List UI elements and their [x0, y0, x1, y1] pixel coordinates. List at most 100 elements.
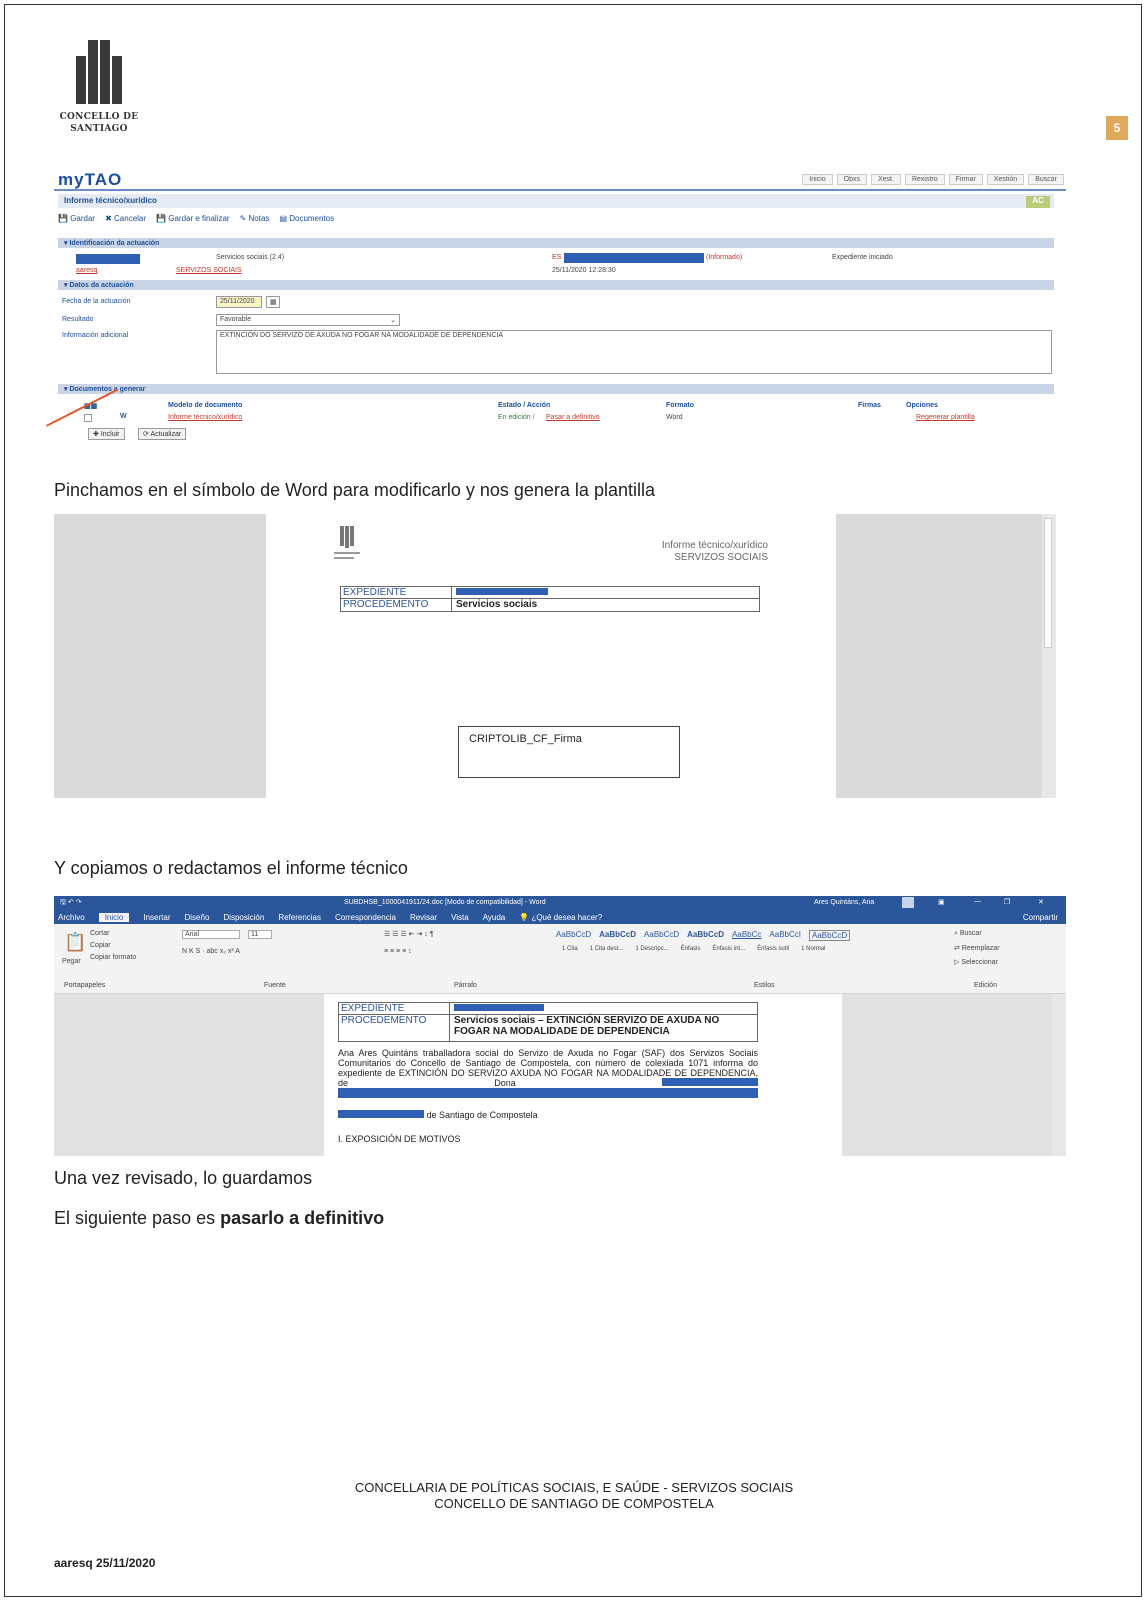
tab-insertar[interactable]: Insertar — [143, 913, 170, 922]
section-data: ▾ Datos da actuación — [58, 280, 1054, 290]
doc-body: Ana Ares Quintáns traballadora social do… — [338, 1048, 758, 1100]
logo-line-2: SANTIAGO — [70, 124, 128, 134]
mytao-screenshot: myTAO Inicio Obxs Xest. Rexistro Firmar … — [54, 170, 1066, 462]
footer-line-1: CONCELLARIA DE POLÍTICAS SOCIAIS, E SAÚD… — [354, 1480, 794, 1495]
template-table: EXPEDIENTE PROCEDEMENTO Servicios sociais — [340, 586, 760, 612]
ribbon-tabs: Archivo Inicio Insertar Diseño Disposici… — [54, 910, 1066, 924]
page-number-badge: 5 — [1106, 116, 1128, 140]
style-item[interactable]: AaBbCcD — [599, 930, 636, 941]
department-link[interactable]: SERVIZOS SOCIAIS — [176, 267, 242, 274]
font-format-buttons[interactable]: N K S · abc x₂ x² A — [182, 948, 240, 955]
word-window: 🖫 ↶ ↷ SUBDHSB_1000041911/24.doc [Modo de… — [54, 896, 1066, 1156]
page-gutter-left — [54, 994, 324, 1156]
cancel-button[interactable]: ✖ Cancelar — [105, 214, 146, 223]
avatar[interactable] — [902, 897, 914, 908]
document-link[interactable]: Informe técnico/xurídico — [168, 414, 242, 421]
nav-item[interactable]: Buscar — [1028, 174, 1064, 185]
font-size-select[interactable]: 11 — [248, 930, 272, 939]
style-item[interactable]: AaBbCcI — [769, 930, 801, 941]
row-checkbox[interactable] — [84, 414, 92, 422]
nav-item[interactable]: Xest. — [870, 174, 901, 185]
user-name[interactable]: Ares Quintáns, Ana — [814, 899, 874, 906]
vertical-scrollbar[interactable] — [1052, 994, 1066, 1156]
style-item[interactable]: AaBbCcD — [644, 930, 679, 941]
status-value: Expediente iniciado — [832, 254, 893, 261]
tab-referencias[interactable]: Referencias — [278, 913, 321, 922]
pass-to-definitive-link[interactable]: Pasar a definitivo — [546, 414, 600, 421]
refresh-button[interactable]: ⟳ Actualizar — [138, 428, 187, 440]
calendar-icon[interactable]: ▦ — [266, 296, 280, 308]
result-select[interactable]: Favorable ⌄ — [216, 314, 400, 326]
group-font: Fuente — [264, 982, 286, 989]
tab-ayuda[interactable]: Ayuda — [483, 913, 506, 922]
format-painter-button[interactable]: Copiar formato — [90, 954, 136, 961]
style-item[interactable]: AaBbCc — [732, 930, 761, 941]
scrollbar-thumb[interactable] — [1044, 518, 1052, 648]
es-prefix: ES — [552, 254, 562, 261]
caption-3: Una vez revisado, lo guardamos — [54, 1168, 313, 1188]
exp-value — [449, 1003, 757, 1014]
doc-section-heading: I. EXPOSICIÓN DE MOTIVOS — [338, 1134, 461, 1144]
close-icon[interactable]: ✕ — [1038, 898, 1044, 906]
tab-revisar[interactable]: Revisar — [410, 913, 437, 922]
style-item[interactable]: AaBbCcD — [556, 930, 591, 941]
section-identification: ▾ Identificación da actuación — [58, 238, 1054, 248]
paste-button[interactable]: Pegar — [62, 958, 81, 965]
save-finish-button[interactable]: 💾 Gardar e finalizar — [156, 214, 230, 223]
align-buttons[interactable]: ≡ ≡ ≡ ≡ ↕ — [384, 948, 412, 955]
tab-correspondencia[interactable]: Correspondencia — [335, 913, 396, 922]
nav-item[interactable]: Inicio — [802, 174, 833, 185]
ribbon-display-icon[interactable]: ▣ — [938, 898, 945, 906]
additional-info-textarea[interactable]: EXTINCIÓN DO SERVIZO DE AXUDA NO FOGAR N… — [216, 330, 1052, 374]
exp-value — [451, 587, 759, 598]
tab-inicio[interactable]: Inicio — [98, 912, 130, 922]
documents-button[interactable]: ▤ Documentos — [279, 214, 334, 223]
styles-gallery[interactable]: AaBbCcD AaBbCcD AaBbCcD AaBbCcD AaBbCc A… — [556, 930, 851, 941]
share-button[interactable]: Compartir — [1023, 913, 1066, 922]
document-page: EXPEDIENTE PROCEDEMENTO Servicios sociais… — [324, 994, 842, 1156]
style-item[interactable]: AaBbCcD — [809, 930, 851, 941]
copy-button[interactable]: Copiar — [90, 942, 111, 949]
user-link[interactable]: aaresq — [76, 267, 97, 274]
date-label: Fecha de la actuación — [62, 298, 131, 305]
select-button[interactable]: ▷ Seleccionar — [954, 958, 998, 966]
col-signatures: Firmas — [858, 402, 881, 409]
include-button[interactable]: ✚ Incluir — [88, 428, 125, 440]
tell-me-search[interactable]: 💡 ¿Qué desea hacer? — [519, 913, 602, 922]
col-status: Estado / Acción — [498, 402, 551, 409]
notes-button[interactable]: ✎ Notas — [240, 214, 270, 223]
concello-logo-small — [334, 526, 374, 562]
page-gutter-right — [836, 514, 1046, 798]
date-input[interactable]: 25/11/2020 — [216, 296, 262, 308]
proc-label: PROCEDEMENTO — [341, 1015, 427, 1026]
tab-diseno[interactable]: Diseño — [185, 913, 210, 922]
minimize-icon[interactable]: — — [974, 898, 981, 905]
user-badge[interactable]: AC — [1026, 196, 1050, 208]
tab-archivo[interactable]: Archivo — [58, 913, 85, 922]
caption-4-bold: pasarlo a definitivo — [220, 1208, 385, 1228]
save-button[interactable]: 💾 Gardar — [58, 214, 95, 223]
paste-icon[interactable]: 📋 — [64, 932, 86, 953]
tab-vista[interactable]: Vista — [451, 913, 469, 922]
regenerate-template-link[interactable]: Regenerar plantilla — [916, 414, 975, 421]
proc-value: Servicios sociais — [451, 599, 759, 611]
style-item[interactable]: AaBbCcD — [687, 930, 724, 941]
cut-button[interactable]: Cortar — [90, 930, 109, 937]
nav-item[interactable]: Obxs — [836, 174, 867, 185]
word-icon[interactable]: W — [120, 413, 127, 420]
informado-label: (Informado) — [706, 254, 743, 261]
mytao-brand: myTAO — [58, 170, 123, 189]
font-name-select[interactable]: Arial — [182, 930, 240, 939]
nav-item[interactable]: Rexistro — [904, 174, 945, 185]
nav-item[interactable]: Firmar — [948, 174, 983, 185]
additional-info-label: Información adicional — [62, 332, 129, 339]
tab-disposicion[interactable]: Disposición — [223, 913, 264, 922]
find-button[interactable]: ⌕ Buscar — [954, 930, 982, 938]
nav-item[interactable]: Xestión — [986, 174, 1025, 185]
mytao-top-nav: Inicio Obxs Xest. Rexistro Firmar Xestió… — [802, 174, 1064, 185]
maximize-icon[interactable]: ❐ — [1004, 898, 1010, 906]
save-icon[interactable]: 🖫 ↶ ↷ — [60, 898, 82, 909]
list-buttons[interactable]: ☰ ☰ ☰ ⇤ ⇥ ↕ ¶ — [384, 930, 434, 938]
replace-button[interactable]: ⇄ Reemplazar — [954, 944, 1000, 952]
header-divider — [54, 189, 1066, 191]
